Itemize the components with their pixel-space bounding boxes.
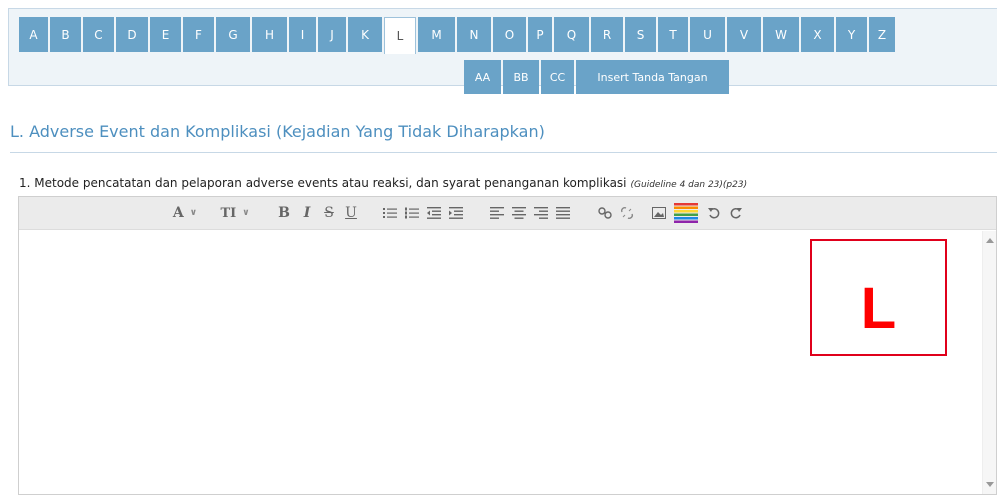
tab-x[interactable]: X: [801, 17, 834, 52]
tab-b[interactable]: B: [50, 17, 81, 52]
tab-h[interactable]: H: [252, 17, 287, 52]
tab-n[interactable]: N: [457, 17, 491, 52]
editor-toolbar: A ∨ TI ∨ B I S U: [19, 197, 996, 230]
tab-j[interactable]: J: [318, 17, 346, 52]
tab-bb[interactable]: BB: [503, 60, 539, 94]
color-icon[interactable]: [673, 201, 699, 225]
tab-c[interactable]: C: [83, 17, 114, 52]
tab-g[interactable]: G: [216, 17, 250, 52]
tab-i[interactable]: I: [289, 17, 316, 52]
chevron-down-icon: ∨: [189, 208, 198, 218]
tab-row-extra: AA BB CC Insert Tanda Tangan: [464, 60, 731, 94]
tab-y[interactable]: Y: [836, 17, 867, 52]
tab-e[interactable]: E: [150, 17, 181, 52]
font-size-label: TI: [220, 205, 237, 221]
scroll-down-icon[interactable]: [986, 482, 994, 487]
bold-button[interactable]: B: [275, 201, 293, 225]
tab-f[interactable]: F: [183, 17, 214, 52]
tab-r[interactable]: R: [591, 17, 623, 52]
tab-v[interactable]: V: [727, 17, 761, 52]
tab-m[interactable]: M: [418, 17, 455, 52]
tab-w[interactable]: W: [763, 17, 799, 52]
italic-button[interactable]: I: [299, 201, 315, 225]
font-size-dropdown[interactable]: TI ∨: [213, 201, 257, 225]
font-dropdown[interactable]: A ∨: [167, 201, 203, 225]
undo-icon[interactable]: [705, 201, 723, 225]
tab-aa[interactable]: AA: [464, 60, 501, 94]
letter-overlay-box: L: [810, 239, 947, 356]
align-left-icon[interactable]: [488, 201, 506, 225]
link-icon[interactable]: [596, 201, 614, 225]
justify-icon[interactable]: [554, 201, 572, 225]
image-icon[interactable]: [650, 201, 668, 225]
editor-scrollbar[interactable]: [982, 231, 996, 494]
outdent-icon[interactable]: [425, 201, 443, 225]
tab-cc[interactable]: CC: [541, 60, 574, 94]
align-center-icon[interactable]: [510, 201, 528, 225]
question-reference: (Guideline 4 dan 23)(p23): [630, 180, 748, 190]
strikethrough-button[interactable]: S: [321, 201, 337, 225]
tab-insert-signature[interactable]: Insert Tanda Tangan: [576, 60, 729, 94]
tab-z[interactable]: Z: [869, 17, 895, 52]
tab-row-letters: A B C D E F G H I J K L M N O P Q R S T …: [19, 17, 897, 54]
tab-o[interactable]: O: [493, 17, 526, 52]
section-title: L. Adverse Event dan Komplikasi (Kejadia…: [10, 122, 545, 141]
tab-a[interactable]: A: [19, 17, 48, 52]
tab-p[interactable]: P: [528, 17, 552, 52]
redo-icon[interactable]: [727, 201, 745, 225]
chevron-down-icon: ∨: [242, 208, 250, 218]
tab-t[interactable]: T: [658, 17, 688, 52]
underline-button[interactable]: U: [343, 201, 359, 225]
font-label: A: [172, 205, 184, 221]
letter-overlay: L: [860, 276, 897, 341]
question-label: 1. Metode pencatatan dan pelaporan adver…: [19, 176, 747, 190]
tab-q[interactable]: Q: [554, 17, 589, 52]
tab-d[interactable]: D: [116, 17, 148, 52]
tab-s[interactable]: S: [625, 17, 656, 52]
indent-icon[interactable]: [447, 201, 465, 225]
ordered-list-icon[interactable]: [403, 201, 421, 225]
align-right-icon[interactable]: [532, 201, 550, 225]
tab-bar: A B C D E F G H I J K L M N O P Q R S T …: [8, 8, 997, 94]
scroll-up-icon[interactable]: [986, 238, 994, 243]
tab-u[interactable]: U: [690, 17, 725, 52]
unlink-icon[interactable]: [618, 201, 636, 225]
tab-l[interactable]: L: [384, 17, 416, 54]
section-divider: [10, 152, 997, 153]
unordered-list-icon[interactable]: [381, 201, 399, 225]
question-text: 1. Metode pencatatan dan pelaporan adver…: [19, 176, 627, 190]
tab-k[interactable]: K: [348, 17, 382, 52]
